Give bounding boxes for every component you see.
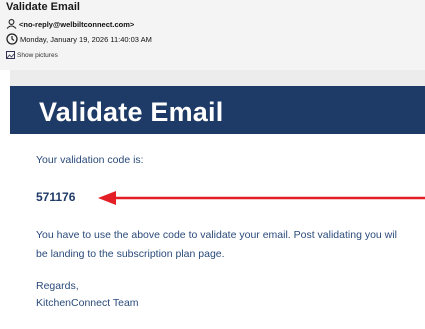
instruction-line-1: You have to use the above code to valida…	[36, 229, 397, 241]
sender-address: <no-reply@welbiltconnect.com>	[19, 19, 135, 29]
show-pictures-link[interactable]: Show pictures	[6, 51, 58, 59]
validation-code: 571176	[36, 190, 76, 204]
person-icon	[6, 19, 17, 29]
message-subject: Validate Email	[6, 1, 80, 13]
clock-icon	[6, 33, 18, 45]
regards-text: Regards,	[36, 280, 79, 292]
sent-date: Monday, January 19, 2026 11:40:03 AM	[20, 34, 152, 44]
intro-text: Your validation code is:	[36, 154, 144, 166]
show-pictures-label: Show pictures	[17, 51, 58, 59]
email-top-strip	[10, 70, 425, 86]
date-row: Monday, January 19, 2026 11:40:03 AM	[6, 33, 152, 45]
instruction-line-2: be landing to the subscription plan page…	[36, 248, 225, 260]
sender-row[interactable]: <no-reply@welbiltconnect.com>	[6, 19, 134, 29]
banner-title: Validate Email	[39, 97, 224, 127]
image-icon	[6, 51, 15, 59]
signature-text: KitchenConnect Team	[36, 297, 139, 309]
red-arrow-icon	[98, 191, 425, 205]
